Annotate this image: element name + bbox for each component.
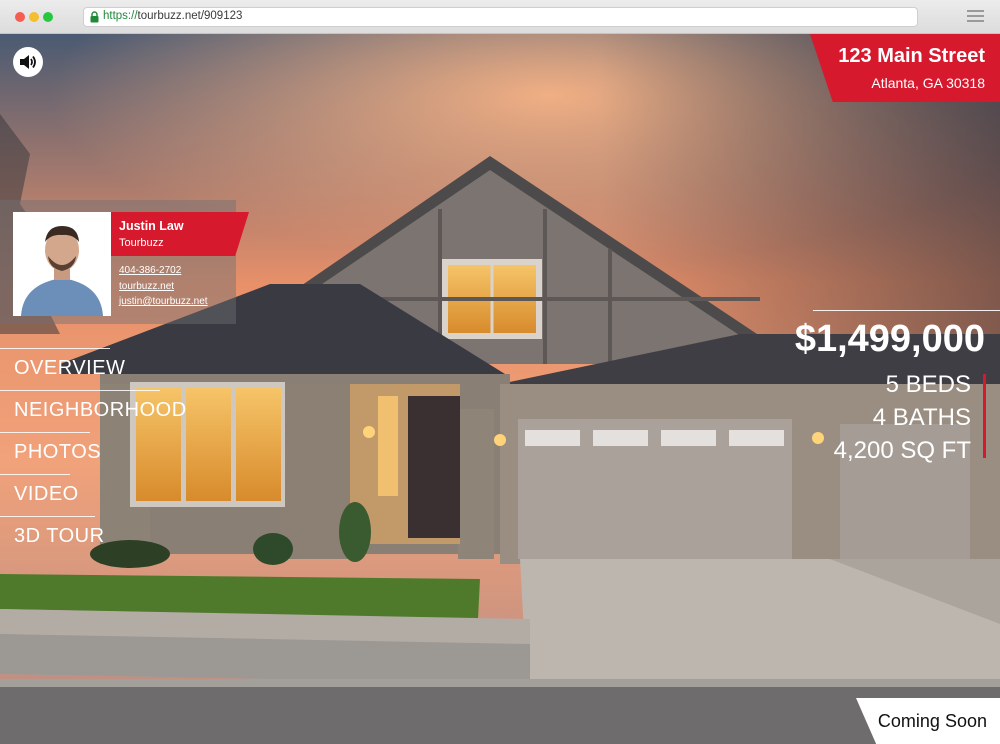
agent-photo <box>13 212 111 316</box>
url-path: tourbuzz.net/909123 <box>137 10 243 22</box>
url-text: https://tourbuzz.net/909123 <box>103 10 242 22</box>
browser-toolbar: https://tourbuzz.net/909123 <box>0 0 1000 34</box>
price-divider <box>813 310 1000 311</box>
status-badge: Coming Soon <box>856 698 1000 744</box>
house-photo <box>0 34 1000 744</box>
address-bar[interactable]: https://tourbuzz.net/909123 <box>83 7 918 27</box>
street-address: 123 Main Street <box>838 45 985 67</box>
agent-website-link[interactable]: tourbuzz.net <box>119 281 174 292</box>
sound-toggle-button[interactable] <box>13 47 43 77</box>
agent-name: Justin Law <box>119 219 184 233</box>
nav-label: PHOTOS <box>14 441 102 463</box>
square-footage: 4,200 SQ FT <box>833 437 971 464</box>
nav-label: OVERVIEW <box>14 357 126 379</box>
baths-count: 4 BATHS <box>872 404 971 431</box>
agent-email-link[interactable]: justin@tourbuzz.net <box>119 296 208 307</box>
city-state-zip: Atlanta, GA 30318 <box>871 75 985 91</box>
agent-phone-link[interactable]: 404-386-2702 <box>119 265 181 276</box>
specs-accent-bar <box>983 374 986 458</box>
property-hero: 123 Main Street Atlanta, GA 30318 Justin… <box>0 34 1000 744</box>
nav-label: 3D TOUR <box>14 525 105 547</box>
nav-item-overview[interactable]: OVERVIEW <box>0 348 125 388</box>
minimize-window-button[interactable] <box>29 12 39 22</box>
nav-item-photos[interactable]: PHOTOS <box>0 432 101 472</box>
agent-name-banner: Justin Law Tourbuzz <box>111 212 249 256</box>
lock-icon <box>90 11 99 23</box>
agent-company: Tourbuzz <box>119 237 164 249</box>
close-window-button[interactable] <box>15 12 25 22</box>
beds-count: 5 BEDS <box>885 371 971 398</box>
listing-price: $1,499,000 <box>794 318 985 360</box>
hamburger-menu-icon[interactable] <box>967 10 984 23</box>
agent-portrait-image <box>13 212 111 316</box>
nav-label: NEIGHBORHOOD <box>14 399 187 421</box>
status-text: Coming Soon <box>877 711 987 731</box>
nav-item-3d-tour[interactable]: 3D TOUR <box>0 516 104 556</box>
nav-item-neighborhood[interactable]: NEIGHBORHOOD <box>0 390 186 430</box>
agent-card: Justin Law Tourbuzz 404-386-2702 tourbuz… <box>0 200 249 324</box>
nav-item-video[interactable]: VIDEO <box>0 474 78 514</box>
address-banner: 123 Main Street Atlanta, GA 30318 <box>810 34 1000 102</box>
url-scheme: https:// <box>103 10 138 22</box>
nav-label: VIDEO <box>14 483 79 505</box>
maximize-window-button[interactable] <box>43 12 53 22</box>
speaker-volume-icon <box>20 55 36 69</box>
